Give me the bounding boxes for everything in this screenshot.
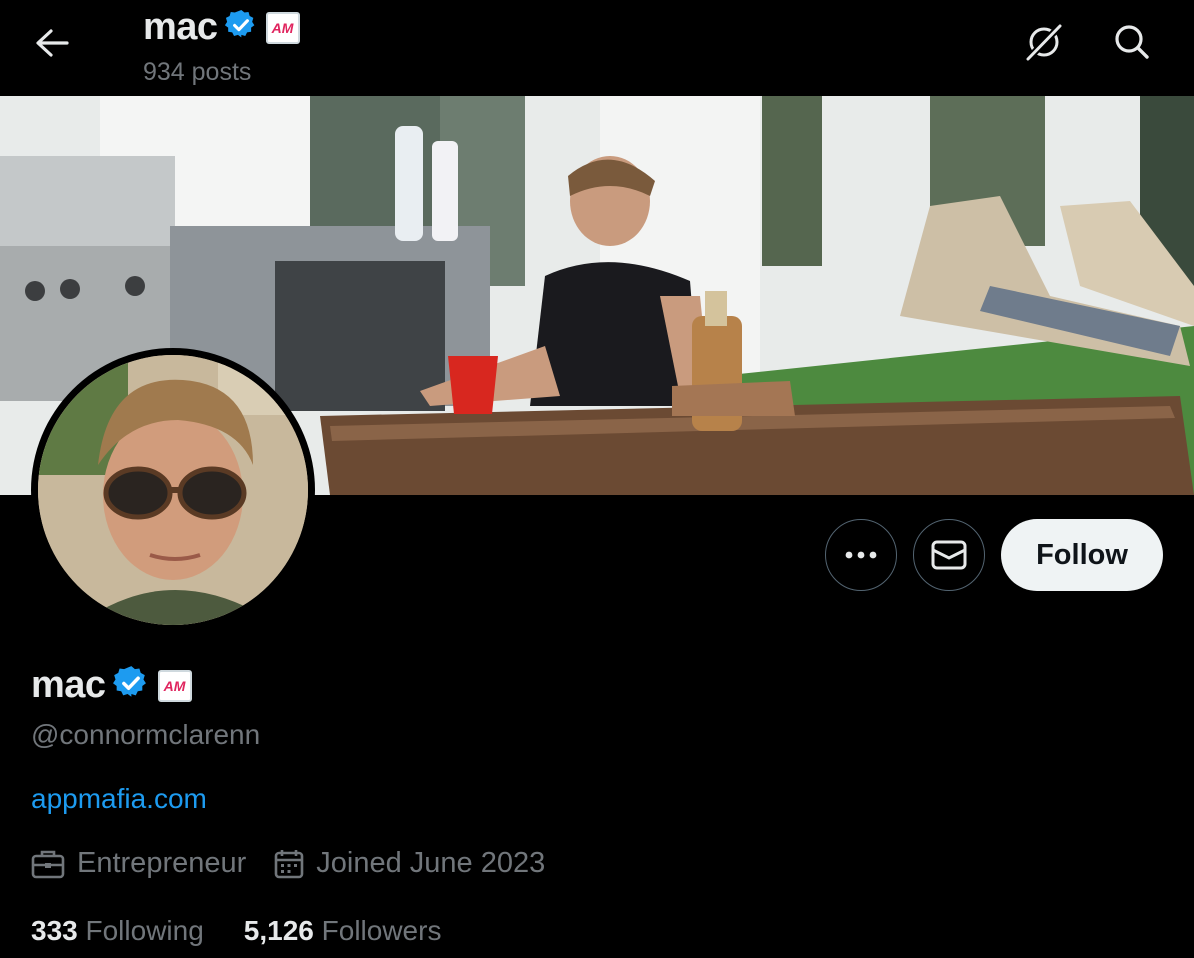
calendar-icon [274,849,304,878]
message-button[interactable] [913,519,985,591]
followers-label: Followers [321,915,442,946]
profile-name-row: mac AM [31,664,192,707]
search-button[interactable] [1110,20,1154,64]
followers-count: 5,126 [243,915,322,946]
briefcase-icon [31,850,65,878]
affiliate-badge[interactable]: AM [157,669,192,702]
website-link[interactable]: appmafia.com [31,783,207,815]
verified-badge-icon[interactable] [112,664,150,707]
posts-count: 934 posts [143,58,252,86]
following-label: Following [85,915,204,946]
follow-button[interactable]: Follow [1001,519,1163,591]
profile-name: mac [31,664,106,706]
profile-stats: 333 Following 5,126 Followers [31,915,481,947]
grok-icon [1026,24,1062,61]
header-name: mac [143,6,218,48]
followers-link[interactable]: 5,126 Followers [244,915,442,947]
profile-handle: @connormclarenn [31,719,261,750]
avatar-image [38,355,308,625]
more-options-button[interactable] [825,519,897,591]
verified-badge-icon [224,8,258,47]
grok-button[interactable] [1022,20,1066,64]
profile-meta: Entrepreneur Joined June 2023 [31,847,573,880]
arrow-left-icon [36,29,69,57]
back-button[interactable] [28,22,76,64]
affiliate-badge[interactable]: AM [265,11,300,44]
search-icon [1115,25,1149,59]
envelope-icon [931,540,967,570]
profession-item: Entrepreneur [31,847,246,880]
following-link[interactable]: 333 Following [31,915,204,947]
header-title: mac AM [143,6,300,49]
joined-item: Joined June 2023 [274,847,545,880]
following-count: 333 [31,915,86,946]
profession-label: Entrepreneur [77,847,247,879]
joined-label: Joined June 2023 [316,847,546,879]
profile-avatar[interactable] [31,348,315,632]
more-icon [845,551,877,559]
top-bar: mac AM 934 posts [0,0,1194,96]
